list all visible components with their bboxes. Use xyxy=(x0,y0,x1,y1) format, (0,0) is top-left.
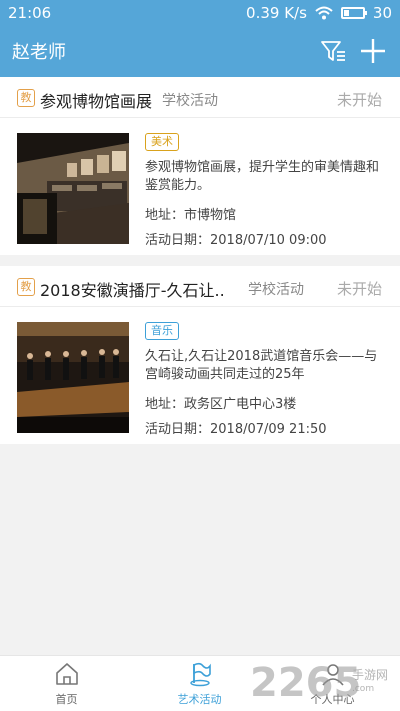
category-tag: 音乐 xyxy=(145,322,179,340)
page-title: 赵老师 xyxy=(12,42,66,63)
app-bar: 赵老师 xyxy=(0,26,400,77)
tab-label: 艺术活动 xyxy=(177,693,222,706)
tab-label: 首页 xyxy=(55,693,78,706)
card-date: 活动日期：2018/07/09 21:50 xyxy=(145,422,327,437)
museum-photo xyxy=(17,133,129,244)
network-speed: 0.39 K/s xyxy=(246,4,307,22)
card-title: 参观博物馆画展 xyxy=(40,92,153,111)
activity-card[interactable]: 教 参观博物馆画展 学校活动 未开始 美术 参观博物馆画展，提升学生的审美情趣和… xyxy=(0,77,400,255)
card-address: 地址：市博物馆 xyxy=(145,208,237,223)
tab-art-activities[interactable]: 艺术活动 xyxy=(133,656,266,711)
battery-icon xyxy=(340,7,367,19)
concert-photo xyxy=(17,322,129,433)
card-status: 未开始 xyxy=(336,91,382,109)
filter-icon[interactable] xyxy=(320,38,346,64)
tab-home[interactable]: 首页 xyxy=(0,656,133,711)
site-watermark: 2265 手游网 .com xyxy=(250,660,400,710)
wifi-icon xyxy=(315,6,333,20)
activity-card[interactable]: 教 2018安徽演播厅-久石让.. 学校活动 未开始 音乐 久石让,久石让201… xyxy=(0,266,400,444)
card-body: 音乐 久石让,久石让2018武道馆音乐会——与宫崎骏动画共同走过的25年 地址：… xyxy=(0,307,400,444)
status-time: 21:06 xyxy=(8,4,52,22)
card-header: 教 2018安徽演播厅-久石让.. 学校活动 未开始 xyxy=(0,266,400,307)
card-date: 活动日期：2018/07/10 09:00 xyxy=(145,233,327,248)
category-tag: 美术 xyxy=(145,133,179,151)
watermark-site: 手游网 xyxy=(352,668,389,682)
activity-list: 教 参观博物馆画展 学校活动 未开始 美术 参观博物馆画展，提升学生的审美情趣和… xyxy=(0,77,400,444)
card-address: 地址：政务区广电中心3楼 xyxy=(145,397,297,412)
battery-level: 30 xyxy=(372,4,392,22)
add-icon[interactable] xyxy=(359,37,387,65)
watermark-domain: .com xyxy=(352,684,375,694)
card-status: 未开始 xyxy=(336,280,382,298)
card-body: 美术 参观博物馆画展，提升学生的审美情趣和鉴赏能力。 地址：市博物馆 活动日期：… xyxy=(0,118,400,255)
card-title: 2018安徽演播厅-久石让.. xyxy=(40,281,225,300)
home-icon xyxy=(56,663,78,685)
watermark-number: 2265 xyxy=(250,660,362,706)
card-category: 学校活动 xyxy=(162,93,218,109)
teacher-badge: 教 xyxy=(17,278,35,296)
card-description: 久石让,久石让2018武道馆音乐会——与宫崎骏动画共同走过的25年 xyxy=(145,349,378,382)
teacher-badge: 教 xyxy=(17,89,35,107)
status-bar: 21:06 0.39 K/s 30 xyxy=(0,0,400,26)
card-description: 参观博物馆画展，提升学生的审美情趣和鉴赏能力。 xyxy=(145,160,380,193)
card-category: 学校活动 xyxy=(248,282,304,298)
card-header: 教 参观博物馆画展 学校活动 未开始 xyxy=(0,77,400,118)
flag-icon xyxy=(190,662,211,687)
